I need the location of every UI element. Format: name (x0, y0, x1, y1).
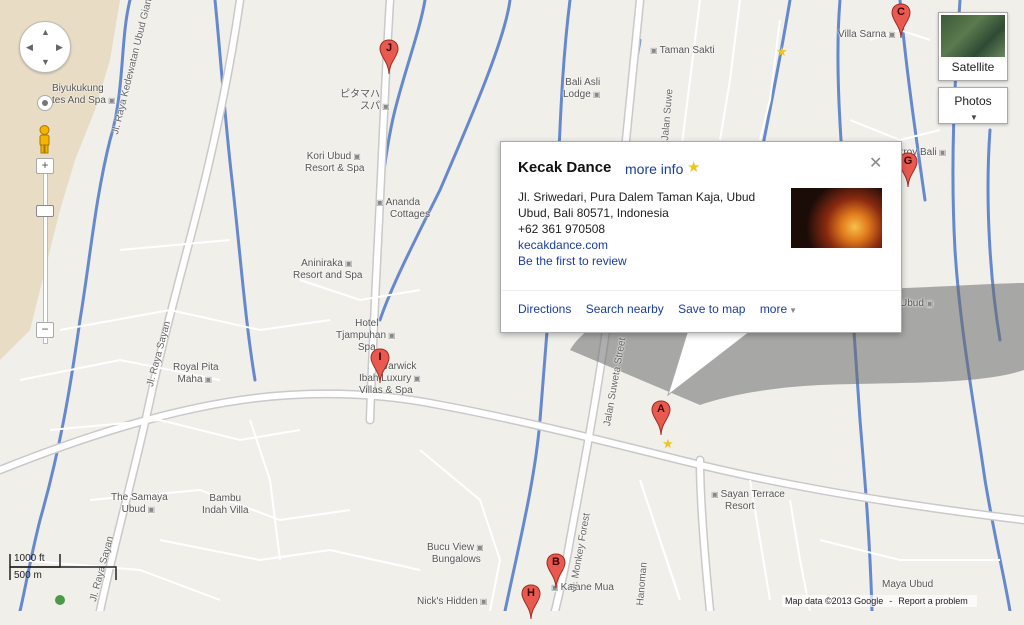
star-icon[interactable]: ★ (662, 437, 674, 452)
hotel-icon: ▣ (353, 152, 361, 161)
hotel-icon: ▣ (107, 96, 116, 105)
poi-label[interactable]: Ubud ▣ (900, 298, 935, 310)
more-menu-link[interactable]: more ▼ (760, 302, 797, 316)
hotel-icon: ▣ (925, 299, 934, 308)
phone-number: +62 361 970508 (518, 222, 606, 236)
poi-label[interactable]: Royal Pita Maha ▣ (173, 362, 219, 386)
place-photo[interactable] (791, 188, 882, 248)
poi-label[interactable]: Bambu Indah Villa (202, 493, 249, 517)
poi-label[interactable]: Kori Ubud ▣ Resort & Spa (305, 151, 364, 175)
pegman-icon[interactable] (36, 124, 53, 154)
map-marker-h[interactable]: H (520, 584, 542, 620)
hotel-icon: ▣ (204, 375, 213, 384)
photos-label: Photos (954, 94, 992, 108)
info-window: Kecak Dance more info ★ ✕ Jl. Sriwedari,… (500, 141, 902, 333)
map-marker-a[interactable]: A (650, 400, 672, 436)
pan-right-icon[interactable]: ▶ (56, 43, 63, 52)
website-link[interactable]: kecakdance.com (518, 237, 608, 253)
caret-down-icon: ▼ (789, 306, 798, 315)
divider (501, 290, 901, 291)
zoom-slider-track[interactable] (43, 162, 48, 344)
scale-imperial: 1000 ft (14, 553, 45, 564)
map-data-attribution[interactable]: Map data ©2013 Google (785, 596, 883, 606)
pan-left-icon[interactable]: ◀ (26, 43, 33, 52)
location-button[interactable] (37, 95, 53, 111)
hotel-icon: ▣ (388, 331, 396, 340)
hotel-icon: ▣ (592, 90, 601, 99)
poi-label[interactable]: The Samaya Ubud ▣ (111, 492, 168, 516)
info-actions: Directions Search nearby Save to map mor… (518, 302, 808, 316)
poi-label[interactable]: Bucu View ▣ Bungalows (427, 542, 486, 566)
poi-label[interactable]: ピタマハ スパ ▣ (340, 89, 392, 113)
star-icon[interactable]: ★ (687, 158, 700, 176)
hotel-icon: ▣ (650, 46, 658, 55)
map-marker-c[interactable]: C (890, 3, 912, 39)
photos-button[interactable]: Photos ▼ (938, 87, 1008, 124)
review-link[interactable]: Be the first to review (518, 253, 627, 269)
hotel-icon: ▣ (476, 543, 484, 552)
address-line: Ubud, Bali 80571, Indonesia (518, 206, 669, 220)
search-nearby-link[interactable]: Search nearby (586, 302, 664, 316)
pan-control[interactable]: ▲ ▼ ◀ ▶ (19, 21, 71, 73)
report-problem-link[interactable]: Report a problem (898, 596, 968, 606)
poi-label[interactable]: Aniniraka ▣ Resort and Spa (293, 258, 363, 282)
poi-label[interactable]: Villa Sarna ▣ (838, 29, 898, 41)
place-title: Kecak Dance (518, 159, 612, 176)
hotel-icon: ▣ (344, 259, 353, 268)
scale-metric: 500 m (14, 570, 42, 581)
poi-label[interactable]: ▣ Ananda Cottages (374, 197, 430, 221)
hotel-icon: ▣ (413, 374, 421, 383)
star-icon[interactable]: ★ (776, 45, 788, 60)
satellite-button[interactable]: Satellite (938, 12, 1008, 81)
more-label: more (759, 302, 788, 316)
poi-label[interactable]: Maya Ubud (882, 579, 933, 591)
poi-label[interactable]: ▣ Sayan Terrace Resort (709, 489, 785, 513)
google-logo-icon (55, 595, 65, 605)
hotel-icon: ▣ (938, 148, 947, 157)
hotel-icon: ▣ (376, 198, 384, 207)
satellite-label: Satellite (951, 60, 995, 74)
hotel-icon: ▣ (479, 597, 488, 606)
poi-label[interactable]: ▣ Taman Sakti (648, 45, 715, 57)
close-icon[interactable]: ✕ (869, 156, 882, 172)
save-to-map-link[interactable]: Save to map (678, 302, 745, 316)
map-marker-b[interactable]: B (545, 553, 567, 589)
poi-label[interactable]: Biyukukung tes And Spa ▣ (52, 83, 118, 107)
hotel-icon: ▣ (711, 490, 719, 499)
more-info-link[interactable]: more info (625, 161, 683, 177)
zoom-out-button[interactable]: − (36, 322, 54, 338)
map-marker-i[interactable]: I (369, 348, 391, 384)
poi-label[interactable]: Nick's Hidden ▣ (417, 596, 489, 608)
zoom-slider-knob[interactable] (36, 205, 54, 217)
hotel-icon: ▣ (147, 505, 156, 514)
directions-link[interactable]: Directions (518, 302, 571, 316)
footer-separator: - (889, 596, 893, 606)
map-footer: Map data ©2013 Google - Report a problem (782, 595, 977, 607)
chevron-down-icon: ▼ (970, 113, 978, 122)
pan-down-icon[interactable]: ▼ (41, 58, 50, 67)
zoom-in-button[interactable]: + (36, 158, 54, 174)
pan-up-icon[interactable]: ▲ (41, 28, 50, 37)
map-marker-j[interactable]: J (378, 39, 400, 75)
poi-label[interactable]: Bali Asli Lodge ▣ (563, 77, 602, 101)
location-icon (42, 100, 48, 106)
address-line: Jl. Sriwedari, Pura Dalem Taman Kaja, Ub… (518, 190, 756, 204)
satellite-thumbnail (941, 15, 1005, 57)
hotel-icon: ▣ (382, 102, 390, 111)
